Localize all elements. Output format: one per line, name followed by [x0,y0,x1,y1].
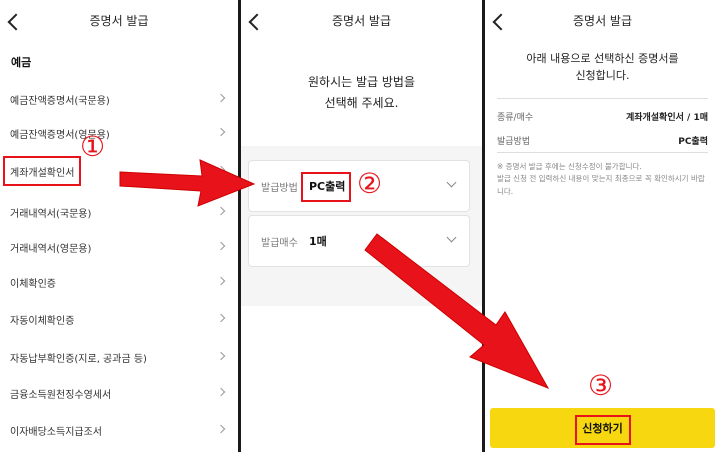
arrow-step2-to-step3 [364,233,550,389]
annotation-arrows [119,159,550,389]
arrow-step1-to-step2 [119,159,256,207]
